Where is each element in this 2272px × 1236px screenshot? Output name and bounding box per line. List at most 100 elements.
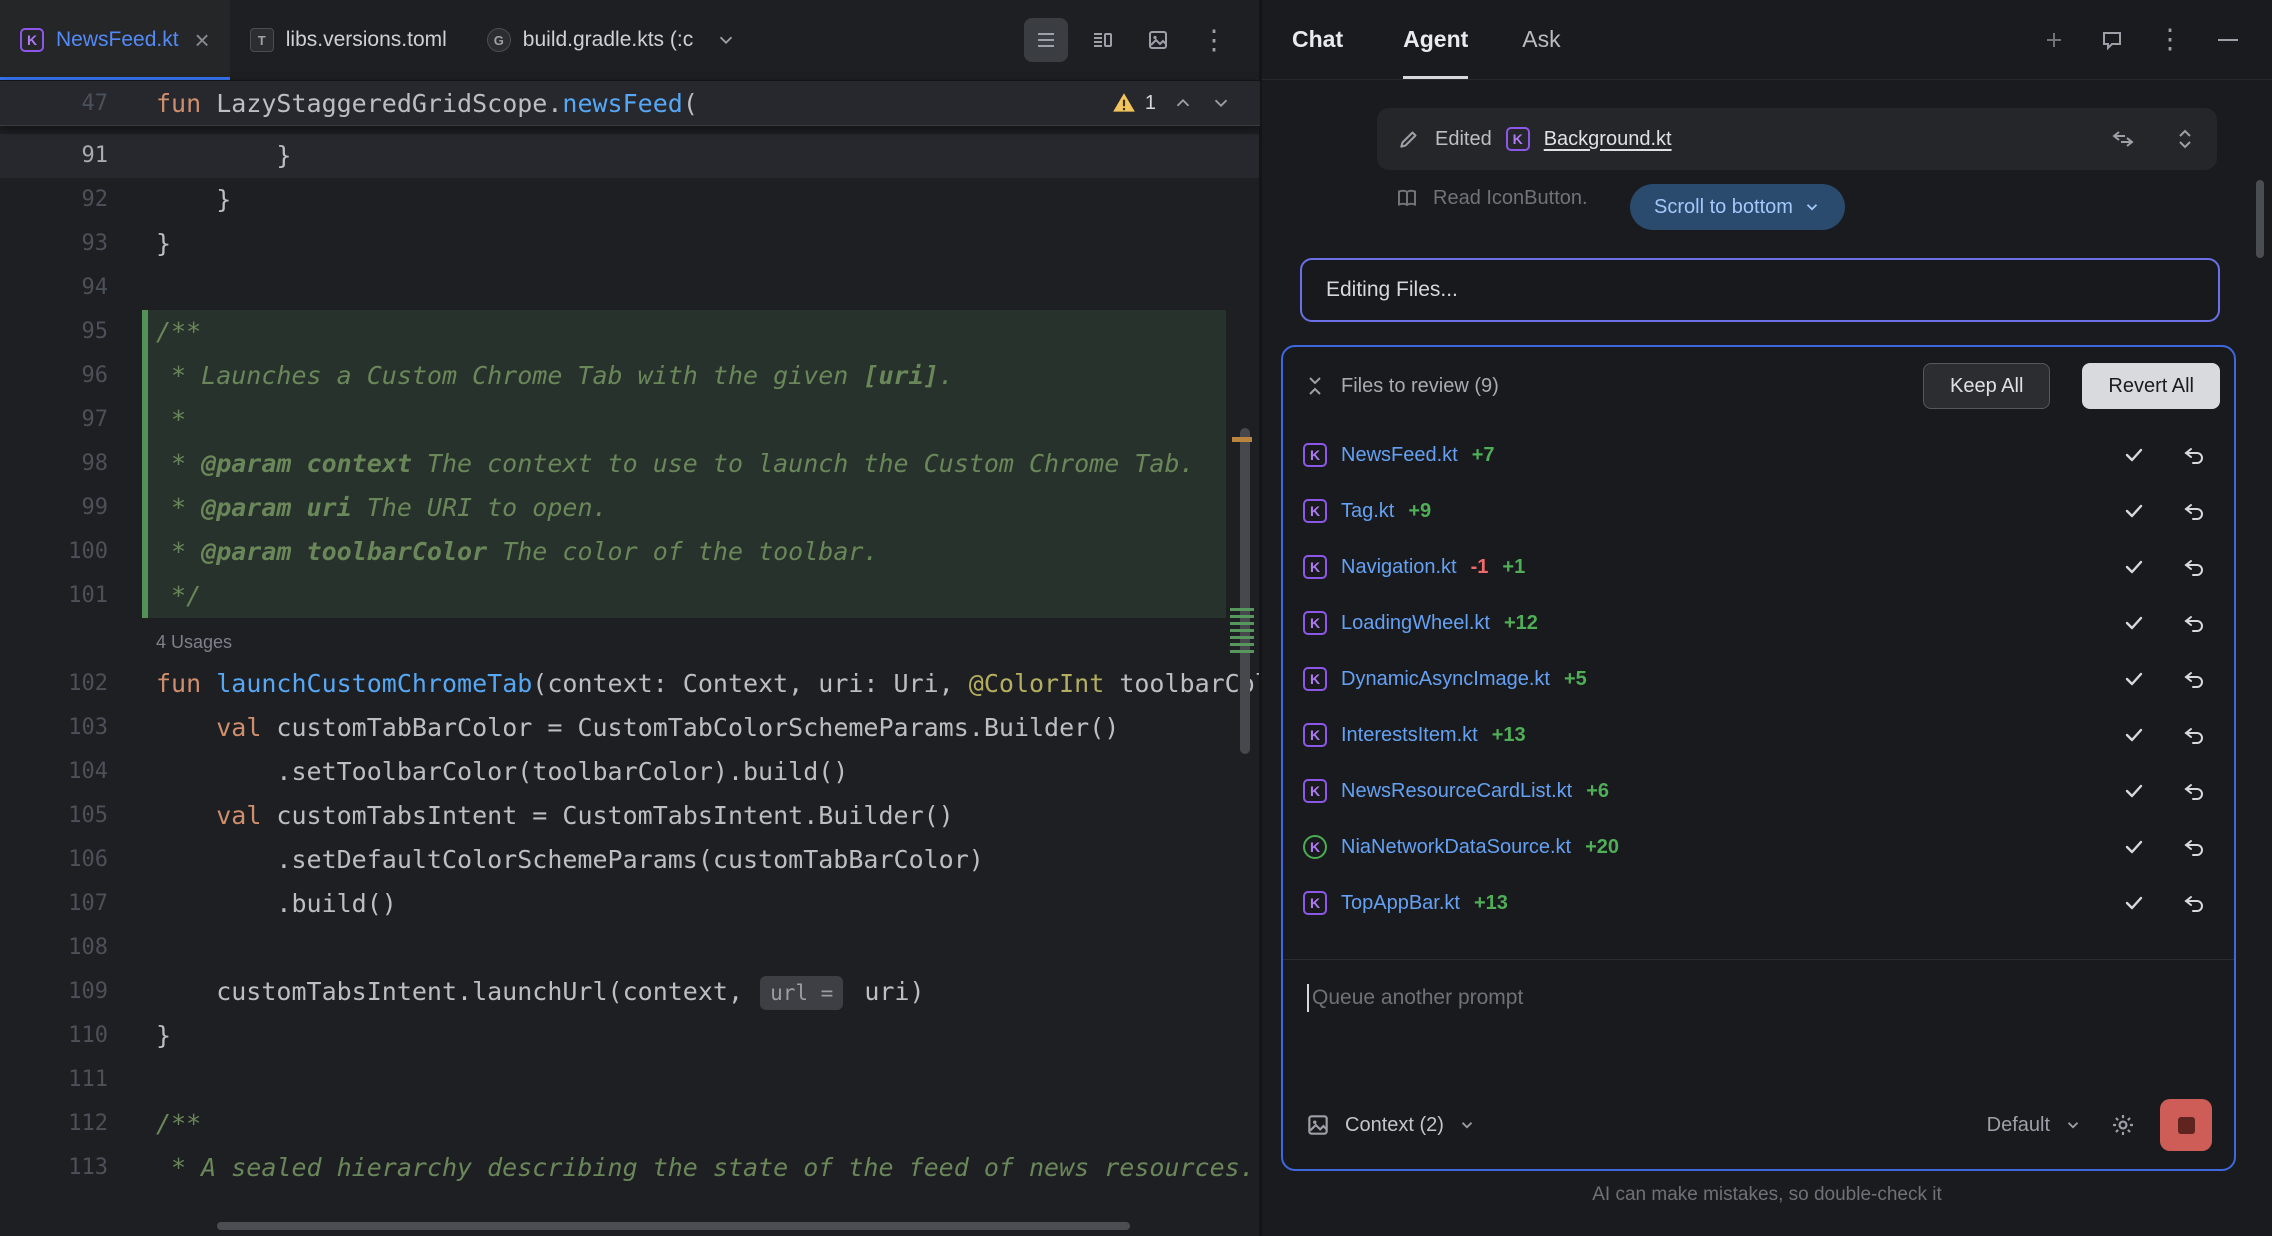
kebab-icon[interactable]: ⋮ <box>2156 26 2184 54</box>
sticky-code-text: fun LazyStaggeredGridScope.newsFeed( <box>148 89 1111 118</box>
file-name-link[interactable]: Tag.kt <box>1341 500 1394 523</box>
code-area[interactable]: 91 }92 }93}9495/**96 * Launches a Custom… <box>0 126 1260 1190</box>
comment-icon[interactable] <box>2098 26 2126 54</box>
revert-file-undo-icon[interactable] <box>2182 499 2206 523</box>
keep-file-check-icon[interactable] <box>2122 891 2146 915</box>
revert-all-button[interactable]: Revert All <box>2082 363 2220 409</box>
settings-gear-icon[interactable] <box>2110 1112 2136 1138</box>
close-tab-icon[interactable]: × <box>195 27 210 53</box>
tab-label: libs.versions.toml <box>286 28 447 52</box>
review-title: Files to review (9) <box>1341 375 1499 398</box>
revert-file-undo-icon[interactable] <box>2182 723 2206 747</box>
more-options-kebab[interactable]: ⋮ <box>1192 18 1236 62</box>
code-line: 104 .setToolbarColor(toolbarColor).build… <box>0 750 1260 794</box>
prompt-input[interactable]: Queue another prompt <box>1283 960 2234 1099</box>
review-file-list: KNewsFeed.kt+7KTag.kt+9KNavigation.kt-1+… <box>1283 409 2234 931</box>
split-editor-icon[interactable] <box>1080 18 1124 62</box>
code-line: 94 <box>0 266 1260 310</box>
revert-file-undo-icon[interactable] <box>2182 555 2206 579</box>
keep-file-check-icon[interactable] <box>2122 835 2146 859</box>
line-number: 107 <box>0 882 108 926</box>
file-name-link[interactable]: NewsFeed.kt <box>1341 444 1458 467</box>
show-diff-icon[interactable] <box>2111 127 2135 151</box>
file-name-link[interactable]: InterestsItem.kt <box>1341 724 1478 747</box>
file-review-row[interactable]: KLoadingWheel.kt+12 <box>1283 595 2234 651</box>
code-line: 93} <box>0 222 1260 266</box>
collapse-all-icon[interactable] <box>1303 374 1327 398</box>
revert-file-undo-icon[interactable] <box>2182 891 2206 915</box>
file-review-row[interactable]: KTag.kt+9 <box>1283 483 2234 539</box>
file-name-link[interactable]: NiaNetworkDataSource.kt <box>1341 836 1571 859</box>
file-review-row[interactable]: KNiaNetworkDataSource.kt+20 <box>1283 819 2234 875</box>
revert-file-undo-icon[interactable] <box>2182 443 2206 467</box>
line-number: 106 <box>0 838 108 882</box>
line-number: 110 <box>0 1014 108 1058</box>
keep-file-check-icon[interactable] <box>2122 667 2146 691</box>
tab-build-gradle-kts[interactable]: G build.gradle.kts (:c <box>467 0 713 80</box>
minimize-icon[interactable] <box>2214 26 2242 54</box>
model-dropdown[interactable]: Default <box>1987 1114 2050 1137</box>
revert-file-undo-icon[interactable] <box>2182 611 2206 635</box>
file-review-row[interactable]: KNewsFeed.kt+7 <box>1283 427 2234 483</box>
image-preview-icon[interactable] <box>1136 18 1180 62</box>
scrollbar-added-lines-mark <box>1230 608 1254 654</box>
kotlin-file-icon: K <box>1303 891 1327 915</box>
chat-header: Chat Agent Ask ⋮ <box>1262 0 2272 80</box>
kotlin-file-icon: K <box>20 28 44 52</box>
file-review-row[interactable]: KNavigation.kt-1+1 <box>1283 539 2234 595</box>
scroll-to-bottom-button[interactable]: Scroll to bottom <box>1630 184 1845 230</box>
stop-button[interactable] <box>2160 1099 2212 1151</box>
vertical-scrollbar[interactable] <box>1240 428 1250 754</box>
revert-file-undo-icon[interactable] <box>2182 667 2206 691</box>
file-review-row[interactable]: KTopAppBar.kt+13 <box>1283 875 2234 931</box>
code-line: 102fun launchCustomChromeTab(context: Co… <box>0 662 1260 706</box>
chat-scrollbar[interactable] <box>2256 180 2264 258</box>
context-dropdown[interactable]: Context (2) <box>1345 1114 1444 1137</box>
expand-row-icon[interactable] <box>2173 127 2197 151</box>
horizontal-scrollbar[interactable] <box>217 1222 1130 1230</box>
add-context-image-icon[interactable] <box>1305 1112 1331 1138</box>
list-icon[interactable] <box>1024 18 1068 62</box>
read-file-row[interactable]: Read IconButton. <box>1395 186 1588 210</box>
keep-file-check-icon[interactable] <box>2122 723 2146 747</box>
warning-icon[interactable]: 1 <box>1111 90 1156 116</box>
scrollbar-warning-mark <box>1232 437 1252 442</box>
keep-file-check-icon[interactable] <box>2122 443 2146 467</box>
file-review-row[interactable]: KInterestsItem.kt+13 <box>1283 707 2234 763</box>
tab-agent[interactable]: Agent <box>1403 0 1468 79</box>
code-line: 99 * @param uri The URI to open. <box>0 486 1260 530</box>
next-change-icon[interactable] <box>1210 92 1232 114</box>
file-name-link[interactable]: NewsResourceCardList.kt <box>1341 780 1572 803</box>
keep-file-check-icon[interactable] <box>2122 499 2146 523</box>
keep-file-check-icon[interactable] <box>2122 611 2146 635</box>
revert-file-undo-icon[interactable] <box>2182 835 2206 859</box>
revert-file-undo-icon[interactable] <box>2182 779 2206 803</box>
file-review-row[interactable]: KNewsResourceCardList.kt+6 <box>1283 763 2234 819</box>
previous-change-icon[interactable] <box>1172 92 1194 114</box>
code-line: 107 .build() <box>0 882 1260 926</box>
file-name-link[interactable]: TopAppBar.kt <box>1341 892 1460 915</box>
keep-all-button[interactable]: Keep All <box>1923 363 2050 409</box>
keep-file-check-icon[interactable] <box>2122 779 2146 803</box>
usages-hint-row: 4 Usages <box>0 618 1260 662</box>
model-chevron-icon[interactable] <box>2064 1116 2082 1134</box>
edited-file-link[interactable]: Background.kt <box>1544 128 1672 151</box>
line-number: 100 <box>0 530 108 574</box>
gradle-file-icon: G <box>487 28 511 52</box>
file-name-link[interactable]: LoadingWheel.kt <box>1341 612 1490 635</box>
panel-title: Chat <box>1292 0 1343 79</box>
usages-inlay-hint[interactable]: 4 Usages <box>156 632 232 652</box>
tab-ask[interactable]: Ask <box>1522 0 1560 79</box>
code-line: 112/** <box>0 1102 1260 1146</box>
edited-file-row[interactable]: Edited K Background.kt <box>1377 108 2217 170</box>
context-chevron-icon[interactable] <box>1458 1116 1476 1134</box>
line-number: 101 <box>0 574 108 618</box>
tab-newsfeed-kt[interactable]: K NewsFeed.kt × <box>0 0 230 80</box>
code-line: 97 * <box>0 398 1260 442</box>
keep-file-check-icon[interactable] <box>2122 555 2146 579</box>
file-name-link[interactable]: DynamicAsyncImage.kt <box>1341 668 1550 691</box>
file-name-link[interactable]: Navigation.kt <box>1341 556 1457 579</box>
file-review-row[interactable]: KDynamicAsyncImage.kt+5 <box>1283 651 2234 707</box>
plus-icon[interactable] <box>2040 26 2068 54</box>
tab-libs-versions-toml[interactable]: T libs.versions.toml <box>230 0 467 80</box>
